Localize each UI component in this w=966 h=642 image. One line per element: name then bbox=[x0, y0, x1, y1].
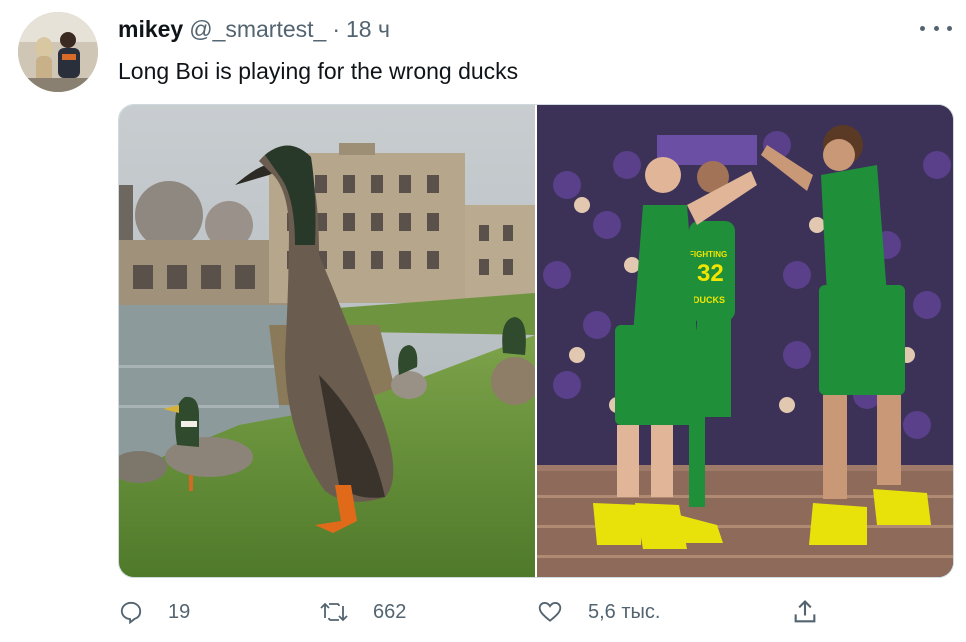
reply-button[interactable]: 19 bbox=[118, 594, 190, 630]
author-handle[interactable]: @_smartest_ bbox=[189, 16, 326, 43]
tweet-media[interactable]: 32 DUCKS FIGHTING bbox=[118, 104, 954, 578]
retweet-count: 662 bbox=[373, 600, 407, 623]
author-name[interactable]: mikey bbox=[118, 16, 183, 43]
reply-icon bbox=[120, 601, 142, 625]
avatar[interactable] bbox=[18, 12, 98, 92]
avatar-image bbox=[18, 12, 98, 92]
retweet-icon bbox=[320, 602, 348, 622]
like-button[interactable]: 5,6 тыс. bbox=[536, 594, 660, 630]
separator-dot: · bbox=[332, 16, 341, 42]
duck-photo[interactable] bbox=[119, 105, 535, 577]
more-icon[interactable] bbox=[920, 18, 952, 38]
heart-icon bbox=[538, 601, 562, 622]
share-button[interactable] bbox=[791, 594, 843, 630]
tweet-header: mikey @_smartest_ · 18 ч bbox=[118, 16, 390, 46]
more-dot bbox=[933, 25, 939, 31]
reply-count: 19 bbox=[168, 600, 191, 623]
share-icon bbox=[794, 600, 816, 623]
jersey-number: 32 bbox=[697, 260, 724, 287]
more-dot bbox=[947, 25, 952, 31]
jersey-top: FIGHTING bbox=[689, 250, 727, 259]
tweet-time[interactable]: 18 ч bbox=[346, 16, 390, 43]
tweet-actions: 19 662 5,6 тыс. bbox=[118, 594, 838, 630]
tweet: mikey @_smartest_ · 18 ч Long Boi is pla… bbox=[0, 0, 966, 642]
tweet-text: Long Boi is playing for the wrong ducks bbox=[118, 58, 519, 84]
like-count: 5,6 тыс. bbox=[588, 600, 661, 623]
retweet-button[interactable]: 662 bbox=[319, 594, 406, 630]
basketball-photo[interactable]: 32 DUCKS FIGHTING bbox=[537, 105, 953, 577]
jersey-text: DUCKS bbox=[693, 295, 725, 305]
more-dot bbox=[920, 25, 925, 31]
